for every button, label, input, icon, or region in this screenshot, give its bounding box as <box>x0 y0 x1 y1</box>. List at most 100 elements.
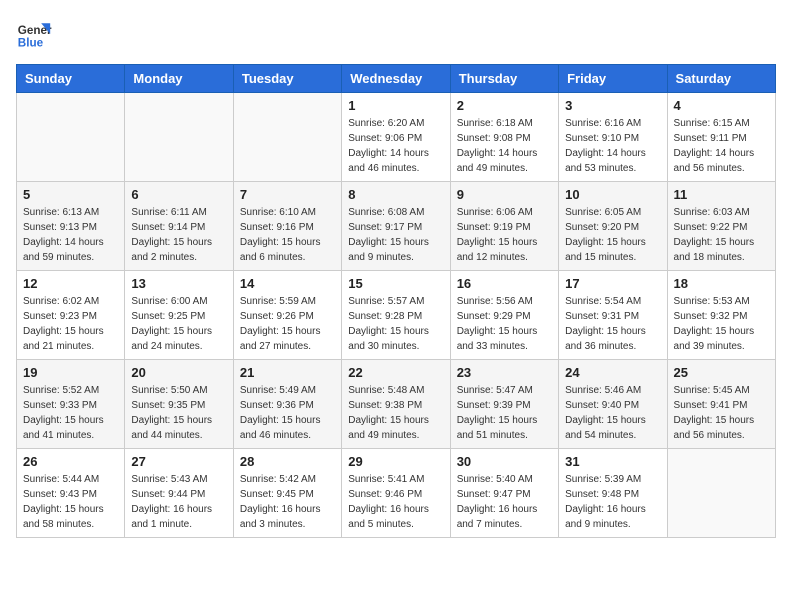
page-header: General Blue <box>16 16 776 52</box>
day-number: 1 <box>348 98 443 113</box>
day-number: 6 <box>131 187 226 202</box>
calendar-week-5: 26 Sunrise: 5:44 AMSunset: 9:43 PMDayligh… <box>17 449 776 538</box>
calendar-week-3: 12 Sunrise: 6:02 AMSunset: 9:23 PMDayligh… <box>17 271 776 360</box>
day-number: 30 <box>457 454 552 469</box>
svg-text:Blue: Blue <box>18 37 44 50</box>
day-number: 14 <box>240 276 335 291</box>
day-number: 21 <box>240 365 335 380</box>
calendar-header-tuesday: Tuesday <box>233 65 341 93</box>
calendar-cell: 6 Sunrise: 6:11 AMSunset: 9:14 PMDaylight… <box>125 182 233 271</box>
day-number: 20 <box>131 365 226 380</box>
day-detail: Sunrise: 6:06 AMSunset: 9:19 PMDaylight:… <box>457 205 552 265</box>
calendar-cell <box>233 93 341 182</box>
day-number: 5 <box>23 187 118 202</box>
calendar-cell: 3 Sunrise: 6:16 AMSunset: 9:10 PMDaylight… <box>559 93 667 182</box>
day-number: 8 <box>348 187 443 202</box>
calendar-cell: 17 Sunrise: 5:54 AMSunset: 9:31 PMDayligh… <box>559 271 667 360</box>
day-detail: Sunrise: 6:11 AMSunset: 9:14 PMDaylight:… <box>131 205 226 265</box>
day-number: 10 <box>565 187 660 202</box>
day-detail: Sunrise: 5:42 AMSunset: 9:45 PMDaylight:… <box>240 472 335 532</box>
day-number: 19 <box>23 365 118 380</box>
day-detail: Sunrise: 5:52 AMSunset: 9:33 PMDaylight:… <box>23 383 118 443</box>
calendar-cell: 2 Sunrise: 6:18 AMSunset: 9:08 PMDaylight… <box>450 93 558 182</box>
calendar-cell <box>125 93 233 182</box>
calendar-header-friday: Friday <box>559 65 667 93</box>
calendar-cell: 22Sunrise: 5:48 AMSunset: 9:38 PMDayligh… <box>342 360 450 449</box>
calendar-cell <box>667 449 775 538</box>
calendar-header-monday: Monday <box>125 65 233 93</box>
day-number: 29 <box>348 454 443 469</box>
day-detail: Sunrise: 5:53 AMSunset: 9:32 PMDaylight:… <box>674 294 769 354</box>
day-number: 13 <box>131 276 226 291</box>
day-detail: Sunrise: 6:05 AMSunset: 9:20 PMDaylight:… <box>565 205 660 265</box>
calendar-cell: 9 Sunrise: 6:06 AMSunset: 9:19 PMDaylight… <box>450 182 558 271</box>
day-number: 23 <box>457 365 552 380</box>
calendar-cell: 10 Sunrise: 6:05 AMSunset: 9:20 PMDayligh… <box>559 182 667 271</box>
day-detail: Sunrise: 6:08 AMSunset: 9:17 PMDaylight:… <box>348 205 443 265</box>
day-number: 12 <box>23 276 118 291</box>
day-number: 26 <box>23 454 118 469</box>
calendar-table: SundayMondayTuesdayWednesdayThursdayFrid… <box>16 64 776 538</box>
calendar-week-2: 5 Sunrise: 6:13 AMSunset: 9:13 PMDaylight… <box>17 182 776 271</box>
day-detail: Sunrise: 5:39 AMSunset: 9:48 PMDaylight:… <box>565 472 660 532</box>
day-detail: Sunrise: 5:49 AMSunset: 9:36 PMDaylight:… <box>240 383 335 443</box>
day-detail: Sunrise: 5:59 AMSunset: 9:26 PMDaylight:… <box>240 294 335 354</box>
day-detail: Sunrise: 5:48 AMSunset: 9:38 PMDaylight:… <box>348 383 443 443</box>
calendar-week-1: 1 Sunrise: 6:20 AMSunset: 9:06 PMDaylight… <box>17 93 776 182</box>
calendar-cell: 29 Sunrise: 5:41 AMSunset: 9:46 PMDayligh… <box>342 449 450 538</box>
calendar-cell: 14 Sunrise: 5:59 AMSunset: 9:26 PMDayligh… <box>233 271 341 360</box>
calendar-cell: 5 Sunrise: 6:13 AMSunset: 9:13 PMDaylight… <box>17 182 125 271</box>
day-detail: Sunrise: 6:20 AMSunset: 9:06 PMDaylight:… <box>348 116 443 176</box>
calendar-header-sunday: Sunday <box>17 65 125 93</box>
day-detail: Sunrise: 5:41 AMSunset: 9:46 PMDaylight:… <box>348 472 443 532</box>
calendar-cell: 19 Sunrise: 5:52 AMSunset: 9:33 PMDayligh… <box>17 360 125 449</box>
calendar-cell: 11Sunrise: 6:03 AMSunset: 9:22 PMDayligh… <box>667 182 775 271</box>
calendar-cell: 21 Sunrise: 5:49 AMSunset: 9:36 PMDayligh… <box>233 360 341 449</box>
day-detail: Sunrise: 6:10 AMSunset: 9:16 PMDaylight:… <box>240 205 335 265</box>
calendar-cell: 18 Sunrise: 5:53 AMSunset: 9:32 PMDayligh… <box>667 271 775 360</box>
day-number: 27 <box>131 454 226 469</box>
calendar-cell: 13 Sunrise: 6:00 AMSunset: 9:25 PMDayligh… <box>125 271 233 360</box>
calendar-header-wednesday: Wednesday <box>342 65 450 93</box>
calendar-cell: 27 Sunrise: 5:43 AMSunset: 9:44 PMDayligh… <box>125 449 233 538</box>
day-detail: Sunrise: 6:13 AMSunset: 9:13 PMDaylight:… <box>23 205 118 265</box>
logo: General Blue <box>16 16 52 52</box>
day-number: 2 <box>457 98 552 113</box>
day-detail: Sunrise: 6:02 AMSunset: 9:23 PMDaylight:… <box>23 294 118 354</box>
day-number: 9 <box>457 187 552 202</box>
calendar-cell <box>17 93 125 182</box>
calendar-cell: 23Sunrise: 5:47 AMSunset: 9:39 PMDayligh… <box>450 360 558 449</box>
day-detail: Sunrise: 5:56 AMSunset: 9:29 PMDaylight:… <box>457 294 552 354</box>
day-number: 25 <box>674 365 769 380</box>
calendar-cell: 20Sunrise: 5:50 AMSunset: 9:35 PMDayligh… <box>125 360 233 449</box>
day-detail: Sunrise: 6:00 AMSunset: 9:25 PMDaylight:… <box>131 294 226 354</box>
calendar-cell: 7Sunrise: 6:10 AMSunset: 9:16 PMDaylight… <box>233 182 341 271</box>
day-detail: Sunrise: 6:18 AMSunset: 9:08 PMDaylight:… <box>457 116 552 176</box>
day-number: 3 <box>565 98 660 113</box>
day-number: 16 <box>457 276 552 291</box>
calendar-week-4: 19 Sunrise: 5:52 AMSunset: 9:33 PMDayligh… <box>17 360 776 449</box>
day-number: 18 <box>674 276 769 291</box>
day-detail: Sunrise: 5:54 AMSunset: 9:31 PMDaylight:… <box>565 294 660 354</box>
day-number: 11 <box>674 187 769 202</box>
day-detail: Sunrise: 5:45 AMSunset: 9:41 PMDaylight:… <box>674 383 769 443</box>
day-detail: Sunrise: 6:15 AMSunset: 9:11 PMDaylight:… <box>674 116 769 176</box>
day-number: 15 <box>348 276 443 291</box>
day-detail: Sunrise: 5:46 AMSunset: 9:40 PMDaylight:… <box>565 383 660 443</box>
calendar-cell: 25 Sunrise: 5:45 AMSunset: 9:41 PMDayligh… <box>667 360 775 449</box>
day-number: 31 <box>565 454 660 469</box>
day-detail: Sunrise: 6:16 AMSunset: 9:10 PMDaylight:… <box>565 116 660 176</box>
calendar-cell: 26 Sunrise: 5:44 AMSunset: 9:43 PMDayligh… <box>17 449 125 538</box>
calendar-cell: 16 Sunrise: 5:56 AMSunset: 9:29 PMDayligh… <box>450 271 558 360</box>
day-detail: Sunrise: 5:43 AMSunset: 9:44 PMDaylight:… <box>131 472 226 532</box>
calendar-cell: 1 Sunrise: 6:20 AMSunset: 9:06 PMDaylight… <box>342 93 450 182</box>
day-number: 17 <box>565 276 660 291</box>
calendar-cell: 24 Sunrise: 5:46 AMSunset: 9:40 PMDayligh… <box>559 360 667 449</box>
logo-icon: General Blue <box>16 16 52 52</box>
calendar-header-thursday: Thursday <box>450 65 558 93</box>
day-detail: Sunrise: 5:44 AMSunset: 9:43 PMDaylight:… <box>23 472 118 532</box>
day-number: 28 <box>240 454 335 469</box>
calendar-cell: 4Sunrise: 6:15 AMSunset: 9:11 PMDaylight… <box>667 93 775 182</box>
day-number: 24 <box>565 365 660 380</box>
calendar-cell: 8 Sunrise: 6:08 AMSunset: 9:17 PMDaylight… <box>342 182 450 271</box>
